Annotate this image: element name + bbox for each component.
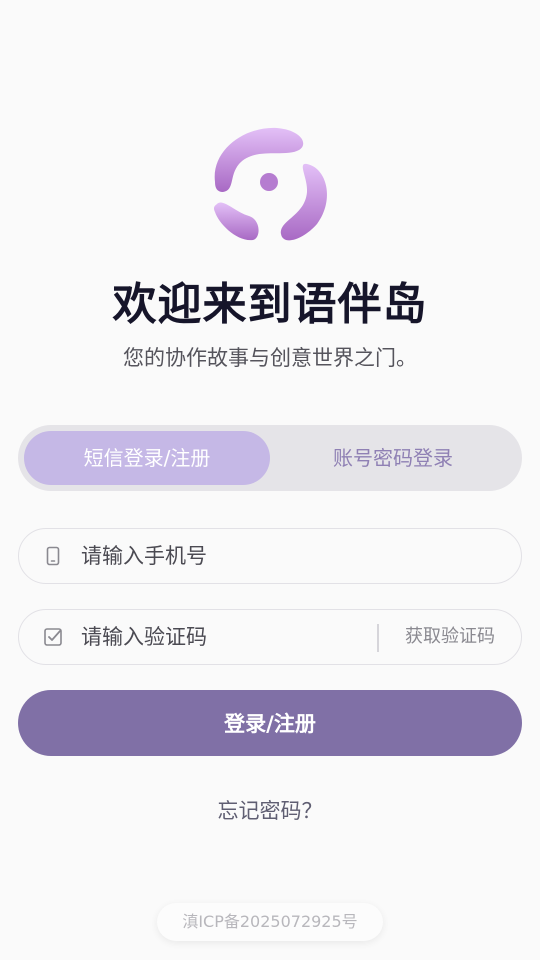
page-title: 欢迎来到语伴岛 <box>112 279 428 330</box>
phone-input[interactable] <box>81 529 501 583</box>
app-logo-icon <box>213 127 328 241</box>
code-input[interactable] <box>81 610 361 664</box>
divider <box>377 624 379 652</box>
forgot-password-link[interactable]: 忘记密码？ <box>0 795 540 825</box>
tab-sms-login[interactable]: 短信登录/注册 <box>24 431 270 485</box>
phone-icon <box>46 546 60 566</box>
code-field: 获取验证码 <box>18 609 522 665</box>
login-register-button[interactable]: 登录/注册 <box>18 690 522 756</box>
checkbox-icon <box>44 628 62 646</box>
tab-password-login[interactable]: 账号密码登录 <box>270 431 516 485</box>
icp-record-link[interactable]: 滇ICP备2025072925号 <box>157 903 383 941</box>
phone-field <box>18 528 522 584</box>
page-subtitle: 您的协作故事与创意世界之门。 <box>123 346 417 370</box>
login-page: 欢迎来到语伴岛 您的协作故事与创意世界之门。 短信登录/注册 账号密码登录 获取… <box>0 0 540 960</box>
get-code-button[interactable]: 获取验证码 <box>389 610 511 664</box>
login-mode-tabs: 短信登录/注册 账号密码登录 <box>18 425 522 491</box>
